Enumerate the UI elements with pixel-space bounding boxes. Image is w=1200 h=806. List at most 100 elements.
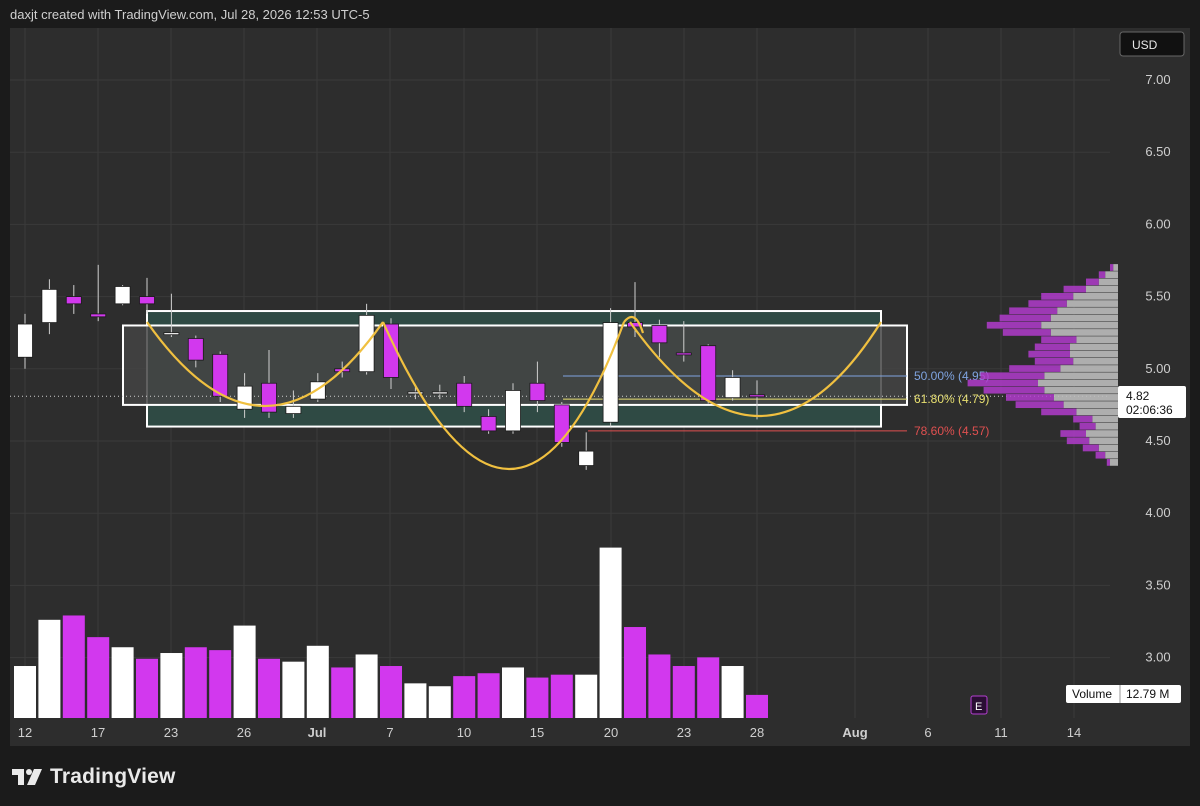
x-tick-label: 26	[237, 725, 251, 740]
volume-bar	[282, 661, 305, 718]
volume-bar	[160, 653, 183, 718]
footer-bar: TradingView	[0, 746, 1200, 806]
volume-profile-down	[1041, 292, 1074, 300]
y-tick-label: 5.50	[1145, 289, 1170, 304]
x-tick-label: 17	[91, 725, 105, 740]
volume-profile-down	[1066, 437, 1090, 445]
volume-profile-down	[983, 386, 1045, 394]
earnings-marker[interactable]: E	[970, 695, 988, 715]
volume-profile-up	[1076, 408, 1118, 416]
candle-body	[602, 322, 619, 423]
volume-bar	[550, 674, 573, 718]
chart-area[interactable]: 50.00% (4.95) 61.80% (4.79) 78.60% (4.57) …	[10, 28, 1190, 746]
volume-profile-down	[1106, 459, 1110, 466]
volume-bar	[575, 674, 598, 718]
currency-button[interactable]: USD	[1119, 31, 1185, 57]
volume-profile-down	[1079, 422, 1096, 430]
volume-bar	[721, 666, 744, 718]
candle-body	[187, 338, 204, 361]
volume-profile-up	[1038, 379, 1118, 387]
volume-bar	[428, 686, 451, 718]
volume-bar	[404, 683, 427, 718]
volume-profile-up	[1063, 401, 1118, 409]
y-tick-label: 3.50	[1145, 577, 1170, 592]
volume-profile-down	[1028, 300, 1067, 307]
y-tick-label: 6.00	[1145, 216, 1170, 231]
volume-value: 12.79 M	[1126, 687, 1169, 701]
volume-profile-down	[1006, 394, 1054, 401]
x-tick-label: Jul	[308, 725, 327, 740]
y-tick-label: 3.00	[1145, 650, 1170, 665]
candle-body	[529, 382, 546, 401]
volume-profile-down	[1009, 365, 1061, 372]
candle-body	[236, 385, 253, 410]
volume-profile-down	[1034, 357, 1074, 365]
volume-bar	[258, 658, 280, 718]
volume-profile-up	[1105, 451, 1118, 459]
candle-body	[578, 450, 595, 466]
last-price-badge: 4.82 02:06:36	[1118, 386, 1186, 418]
volume-bar	[526, 677, 549, 718]
candle-body	[261, 382, 277, 413]
volume-profile-down	[1028, 350, 1070, 358]
volume-profile-up	[1066, 300, 1118, 307]
x-tick-label: 7	[386, 725, 393, 740]
volume-profile-up	[1041, 321, 1118, 329]
volume-bar	[306, 645, 329, 718]
volume-profile-up	[1050, 314, 1118, 322]
last-price-value: 4.82	[1126, 389, 1150, 403]
volume-profile-up	[1110, 459, 1118, 466]
volume-profile-up	[1113, 264, 1118, 271]
candle-body	[749, 394, 765, 398]
volume-bar	[672, 666, 695, 718]
tradingview-brand[interactable]: TradingView	[12, 762, 176, 792]
x-tick-label: 23	[164, 725, 178, 740]
volume-bar	[648, 654, 671, 718]
fib-label: 78.60% (4.57)	[914, 424, 989, 438]
currency-label: USD	[1132, 38, 1158, 52]
volume-bar	[624, 627, 646, 718]
volume-profile-down	[980, 372, 1045, 380]
volume-bar	[697, 657, 720, 718]
volume-profile-up	[1086, 285, 1118, 293]
volume-profile-up	[1060, 365, 1118, 372]
volume-profile-down	[1002, 329, 1051, 336]
candle-body	[114, 286, 131, 305]
volume-profile-down	[967, 379, 1038, 387]
candle-body	[724, 377, 741, 399]
volume-profile-down	[1041, 336, 1077, 344]
tradingview-logo-icon	[12, 769, 42, 785]
fib-label: 61.80% (4.79)	[914, 392, 989, 406]
x-tick-label: 28	[750, 725, 764, 740]
x-tick-label: 6	[924, 725, 931, 740]
volume-bar	[477, 673, 500, 718]
y-tick-label: 5.00	[1145, 361, 1170, 376]
volume-bar	[453, 676, 476, 718]
volume-bar	[111, 647, 134, 718]
x-tick-label: 23	[677, 725, 691, 740]
volume-profile-down	[1098, 271, 1106, 279]
volume-bar	[184, 647, 207, 718]
volume-profile-up	[1044, 372, 1118, 380]
volume-bar	[599, 547, 622, 718]
earnings-label: E	[975, 701, 982, 713]
volume-bar	[331, 667, 354, 718]
candle-body	[90, 313, 107, 318]
volume-profile-down	[999, 314, 1051, 322]
volume-profile-up	[1092, 415, 1118, 423]
price-chart[interactable]: 50.00% (4.95)61.80% (4.79)78.60% (4.57) …	[10, 28, 1190, 746]
x-tick-label: 10	[457, 725, 471, 740]
volume-bar	[136, 658, 158, 718]
y-tick-label: 6.50	[1145, 144, 1170, 159]
volume-bar	[62, 615, 85, 718]
candle-body	[163, 332, 180, 336]
y-tick-label: 4.50	[1145, 433, 1170, 448]
candle-body	[553, 404, 570, 443]
chart-credit: daxjt created with TradingView.com, Jul …	[10, 7, 370, 22]
candle-body	[651, 325, 668, 344]
countdown-timer: 02:06:36	[1126, 403, 1173, 417]
volume-legend: Volume 12.79 M	[1066, 685, 1181, 703]
candle-body	[456, 382, 473, 407]
volume-bar	[14, 666, 36, 718]
candle-body	[139, 296, 155, 305]
